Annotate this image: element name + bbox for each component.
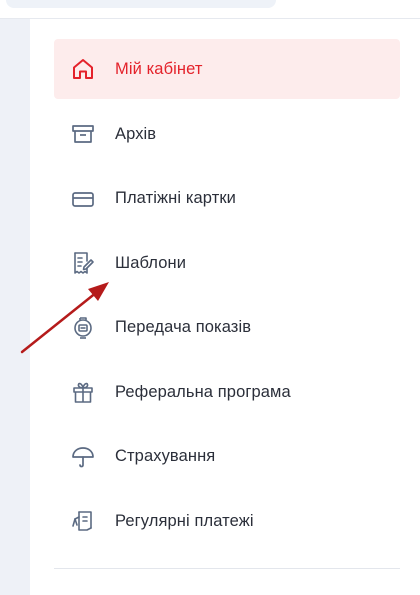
sidebar-item-recurring-payments[interactable]: Регулярні платежі: [54, 489, 400, 554]
sidebar-item-meter-readings[interactable]: Передача показів: [54, 296, 400, 361]
umbrella-icon: [70, 444, 96, 470]
sidebar-item-archive[interactable]: Архів: [54, 102, 400, 167]
sidebar-item-label: Мій кабінет: [115, 59, 203, 78]
sidebar-item-label: Шаблони: [115, 253, 187, 272]
sidebar-item-label: Платіжні картки: [115, 189, 236, 208]
sidebar-item-label: Регулярні платежі: [115, 511, 254, 530]
top-bar: [0, 0, 420, 19]
sidebar-item-label: Архів: [115, 124, 157, 143]
credit-card-icon: [70, 186, 96, 212]
search-field-edge[interactable]: [6, 0, 276, 8]
sidebar-item-label: Реферальна програма: [115, 382, 291, 401]
meter-icon: [70, 315, 96, 341]
gift-icon: [70, 379, 96, 405]
archive-icon: [70, 121, 96, 147]
side-panel-edge: [0, 0, 30, 595]
page: Мій кабінет Архів Платіжні картки Шаблон…: [0, 0, 420, 595]
divider: [54, 568, 400, 569]
recurring-payment-icon: [70, 508, 96, 534]
home-icon: [70, 56, 96, 82]
sidebar-menu: Мій кабінет Архів Платіжні картки Шаблон…: [54, 39, 400, 554]
sidebar-item-insurance[interactable]: Страхування: [54, 425, 400, 490]
sidebar-item-templates[interactable]: Шаблони: [54, 231, 400, 296]
sidebar-item-label: Страхування: [115, 447, 216, 466]
sidebar-item-payment-cards[interactable]: Платіжні картки: [54, 167, 400, 232]
template-document-icon: [70, 250, 96, 276]
sidebar-item-referral-program[interactable]: Реферальна програма: [54, 360, 400, 425]
sidebar-item-label: Передача показів: [115, 318, 252, 337]
sidebar-item-my-cabinet[interactable]: Мій кабінет: [54, 39, 400, 99]
